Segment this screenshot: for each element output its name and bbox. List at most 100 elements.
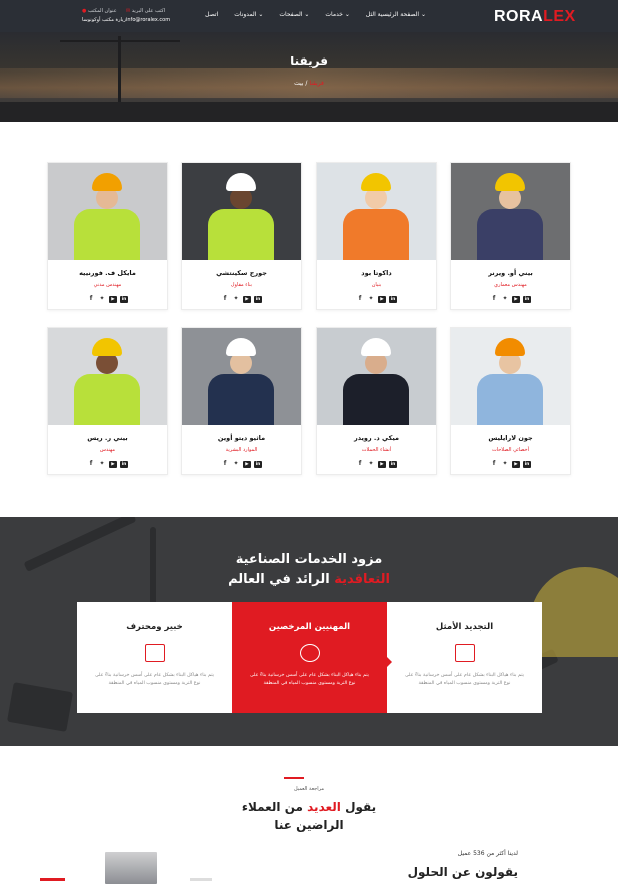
youtube-icon[interactable]: ▶ (378, 296, 386, 303)
services-highlight: التعاقدية (334, 572, 390, 587)
twitter-icon[interactable]: ✦ (232, 295, 240, 302)
twitter-icon[interactable]: ✦ (367, 460, 375, 467)
twitter-icon[interactable]: ✦ (98, 460, 106, 467)
youtube-icon[interactable]: ▶ (109, 296, 117, 303)
service-card-renovation[interactable]: التجديد الأمثل يتم بناء هياكل البناء بشك… (387, 602, 542, 713)
services-subtitle-rest: الرائد في العالم (228, 572, 330, 587)
site-logo[interactable]: RORALEX (494, 8, 576, 26)
team-card[interactable]: جورج سكينتشي بناء مقاول f ✦ ▶ in (181, 162, 302, 310)
email-label: ✉ اكتب على البريد (126, 7, 165, 16)
service-card-professionals[interactable]: المهنيين المرخصين يتم بناء هياكل البناء … (232, 602, 387, 713)
team-card[interactable]: جون لارايليس أخصائي الصلاحات f ✦ ▶ in (450, 327, 571, 475)
team-member-name[interactable]: ميكي د. رويدر (317, 434, 436, 442)
crane-icon (455, 644, 475, 662)
menu-item-contact[interactable]: اتصل (205, 11, 218, 18)
linkedin-icon[interactable]: in (254, 296, 262, 303)
slider-indicator-active[interactable] (40, 878, 65, 881)
facebook-icon[interactable]: f (356, 295, 364, 302)
facebook-icon[interactable]: f (490, 295, 498, 302)
reviews-title-highlight: العديد (307, 800, 341, 814)
facebook-icon[interactable]: f (87, 295, 95, 302)
menu-item-pages[interactable]: الصفحات ⌄ (279, 11, 309, 18)
photo-helmet (495, 173, 525, 191)
menu-item-label: خدمات (325, 11, 343, 18)
linkedin-icon[interactable]: in (389, 461, 397, 468)
top-navigation-bar: RORALEX الصفحة الرئيسية الثل ⌄ خدمات ⌄ ا… (0, 0, 618, 32)
menu-item-label: الصفحة الرئيسية الثل (365, 11, 420, 18)
address-value[interactable]: زيارة مكتب أوكونوسا (82, 16, 126, 25)
team-member-role: مهندس مدني (93, 282, 122, 288)
team-card[interactable]: بيني أو. ويرنر مهندس معماري f ✦ ▶ in (450, 162, 571, 310)
team-member-name[interactable]: جورج سكينتشي (182, 269, 301, 277)
twitter-icon[interactable]: ✦ (98, 295, 106, 302)
linkedin-icon[interactable]: in (389, 296, 397, 303)
photo-body (208, 374, 274, 425)
testimonials-heading: يقولون عن الحلول (407, 865, 518, 879)
menu-item-services[interactable]: خدمات ⌄ (325, 11, 350, 18)
reviews-title-pre: يقول (345, 800, 377, 814)
team-member-name[interactable]: داكوتا بود (317, 269, 436, 277)
facebook-icon[interactable]: f (221, 460, 229, 467)
building-icon (145, 644, 165, 662)
photo-helmet (495, 338, 525, 356)
social-links: f ✦ ▶ in (317, 294, 436, 303)
page-hero: فريقنا فريقنا / بيت (0, 32, 618, 122)
linkedin-icon[interactable]: in (254, 461, 262, 468)
team-card[interactable]: داكوتا بود بنيان f ✦ ▶ in (316, 162, 437, 310)
team-card[interactable]: بيني ر. ريس مهندس f ✦ ▶ in (47, 327, 168, 475)
linkedin-icon[interactable]: in (523, 296, 531, 303)
social-links: f ✦ ▶ in (451, 294, 570, 303)
facebook-icon[interactable]: f (490, 460, 498, 467)
team-card[interactable]: ماثيو ديتو أوين الموارد البشرية f ✦ ▶ in (181, 327, 302, 475)
city-silhouette (0, 102, 618, 122)
twitter-icon[interactable]: ✦ (367, 295, 375, 302)
twitter-icon[interactable]: ✦ (501, 295, 509, 302)
team-member-name[interactable]: ماثيو ديتو أوين (182, 434, 301, 442)
team-member-name[interactable]: بيني أو. ويرنر (451, 269, 570, 277)
twitter-icon[interactable]: ✦ (232, 460, 240, 467)
social-links: f ✦ ▶ in (48, 294, 167, 303)
service-card-title: المهنيين المرخصين (268, 622, 351, 632)
breadcrumb: فريقنا / بيت (0, 80, 618, 87)
linkedin-icon[interactable]: in (523, 461, 531, 468)
slider-indicator[interactable] (190, 878, 212, 881)
youtube-icon[interactable]: ▶ (243, 296, 251, 303)
photo-helmet (361, 173, 391, 191)
service-card-title: التجديد الأمثل (435, 622, 494, 632)
facebook-icon[interactable]: f (87, 460, 95, 467)
team-member-role: مهندس (99, 447, 116, 453)
section-divider (284, 777, 304, 779)
service-card-desc: يتم بناء هياكل البناء بشكل عام على أسس خ… (95, 673, 214, 686)
email-value[interactable]: info@roralex.com (126, 16, 170, 25)
service-card-desc: يتم بناء هياكل البناء بشكل عام على أسس خ… (250, 673, 369, 686)
youtube-icon[interactable]: ▶ (512, 461, 520, 468)
services-subtitle: التعاقدية الرائد في العالم (0, 572, 618, 587)
team-member-photo (182, 328, 301, 425)
twitter-icon[interactable]: ✦ (501, 460, 509, 467)
youtube-icon[interactable]: ▶ (243, 461, 251, 468)
photo-helmet (226, 338, 256, 356)
breadcrumb-home[interactable]: بيت (294, 80, 303, 87)
team-member-name[interactable]: بيني ر. ريس (48, 434, 167, 442)
facebook-icon[interactable]: f (356, 460, 364, 467)
youtube-icon[interactable]: ▶ (109, 461, 117, 468)
menu-item-blogs[interactable]: المدونات ⌄ (234, 11, 263, 18)
tool-graphic (6, 682, 74, 732)
service-card-expert[interactable]: خبير ومحترف يتم بناء هياكل البناء بشكل ع… (77, 602, 232, 713)
logo-text: RORA (494, 8, 544, 25)
facebook-icon[interactable]: f (221, 295, 229, 302)
address-label: ● عنوان المكتب (82, 7, 117, 16)
youtube-icon[interactable]: ▶ (512, 296, 520, 303)
team-member-photo (317, 328, 436, 425)
youtube-icon[interactable]: ▶ (378, 461, 386, 468)
menu-item-home[interactable]: الصفحة الرئيسية الثل ⌄ (366, 11, 426, 18)
team-card[interactable]: ميكي د. رويدر أنشاء الحملات f ✦ ▶ in (316, 327, 437, 475)
team-member-name[interactable]: جون لارايليس (451, 434, 570, 442)
linkedin-icon[interactable]: in (120, 296, 128, 303)
team-card[interactable]: مايكل ف. فورنييه مهندس مدني f ✦ ▶ in (47, 162, 168, 310)
team-member-name[interactable]: مايكل ف. فورنييه (48, 269, 167, 277)
mail-icon: ✉ (126, 8, 131, 14)
linkedin-icon[interactable]: in (120, 461, 128, 468)
team-member-role: أنشاء الحملات (361, 447, 392, 453)
social-links: f ✦ ▶ in (48, 459, 167, 468)
